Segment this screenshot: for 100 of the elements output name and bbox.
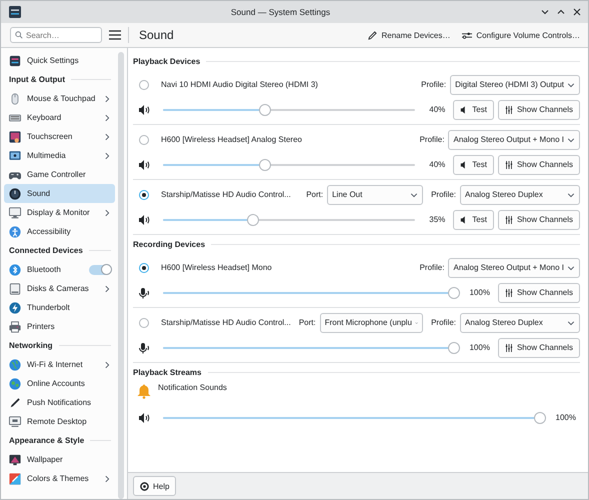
sidebar-item[interactable]: Quick Settings	[4, 51, 115, 70]
configure-button[interactable]: Configure Volume Controls…	[458, 28, 584, 42]
radio-button[interactable]	[139, 134, 149, 144]
profile-dropdown[interactable]: Analog Stereo Output + Mono I	[448, 258, 580, 278]
show-channels-button[interactable]: Show Channels	[498, 210, 580, 230]
sidebar-heading: Connected Devices	[9, 246, 83, 255]
show-channels-button[interactable]: Show Channels	[498, 282, 580, 302]
sidebar-item[interactable]: Wi-Fi & Internet	[4, 355, 115, 374]
port-dropdown[interactable]: Line Out	[327, 184, 424, 204]
device-name: Starship/Matisse HD Audio Control...	[161, 190, 292, 199]
toggle-switch[interactable]	[89, 264, 111, 274]
globe-icon	[9, 358, 21, 370]
bell-icon	[136, 383, 152, 399]
speaker-icon	[138, 104, 150, 116]
volume-slider[interactable]	[163, 214, 416, 226]
monitor-icon	[9, 416, 21, 428]
sidebar-item[interactable]: Mouse & Touchpad	[4, 89, 115, 108]
sidebar-item[interactable]: Push Notifications	[4, 393, 115, 412]
chevron-icon	[567, 190, 575, 198]
volume-slider[interactable]	[163, 412, 546, 424]
test-button[interactable]: Test	[453, 100, 494, 120]
sidebar-item[interactable]: Remote Desktop	[4, 412, 115, 431]
device-name: H600 [Wireless Headset] Analog Stereo	[161, 135, 303, 144]
sidebar-item[interactable]: Online Accounts	[4, 374, 115, 393]
search-field[interactable]: Search…	[10, 27, 102, 43]
chevron-icon	[567, 318, 575, 326]
section-heading: Recording Devices	[133, 240, 206, 248]
radio-button[interactable]	[139, 318, 149, 328]
show-channels-button[interactable]: Show Channels	[498, 100, 580, 120]
page-title: Sound	[139, 28, 175, 42]
sidebar-item[interactable]: Bluetooth	[4, 260, 115, 279]
volume-slider[interactable]	[163, 342, 460, 354]
window-title: Sound — System Settings	[230, 7, 332, 17]
chevron-icon	[567, 80, 575, 88]
radio-button[interactable]	[139, 80, 149, 90]
profile-dropdown[interactable]: Analog Stereo Duplex	[460, 184, 580, 204]
show-channels-button[interactable]: Show Channels	[498, 154, 580, 174]
volume-slider[interactable]	[163, 104, 416, 116]
volume-reading: 40%	[428, 160, 446, 169]
menu-icon[interactable]	[109, 30, 121, 40]
sidebar-item[interactable]: Printers	[4, 317, 115, 336]
sidebar-item[interactable]: Keyboard	[4, 108, 115, 127]
sidebar-heading: Appearance & Style	[9, 436, 84, 445]
microphone-icon	[138, 342, 150, 354]
close-icon[interactable]	[572, 7, 582, 17]
minimize-icon[interactable]	[540, 7, 550, 17]
sliders-icon	[504, 344, 513, 352]
sliders-icon	[504, 288, 513, 296]
sliders-icon	[504, 160, 513, 168]
sidebar-item[interactable]: Game Controller	[4, 165, 115, 184]
volume-slider[interactable]	[163, 286, 460, 298]
chevron-icon	[567, 264, 575, 272]
bluetooth-icon	[9, 264, 21, 276]
volume-reading: 35%	[428, 215, 446, 224]
tablet-icon	[9, 130, 21, 142]
sliders-icon	[504, 216, 513, 224]
port-label: Port:	[298, 318, 316, 327]
sliders-icon	[462, 30, 472, 40]
palette-icon	[9, 472, 21, 484]
sidebar-item[interactable]: Sound	[4, 184, 115, 203]
app-icon	[9, 6, 21, 18]
scrollbar[interactable]	[118, 52, 124, 499]
monitor-icon	[9, 206, 21, 218]
profile-label: Profile:	[420, 135, 444, 144]
lifebuoy-icon	[140, 482, 149, 490]
sidebar-item[interactable]: Colors & Themes	[4, 469, 115, 488]
radio-button[interactable]	[139, 190, 149, 200]
volume-reading: 40%	[428, 105, 446, 114]
profile-label: Profile:	[431, 190, 456, 199]
rename-button[interactable]: Rename Devices…	[364, 28, 454, 42]
port-dropdown[interactable]: Front Microphone (unplu	[320, 312, 424, 332]
volume-reading: 100%	[468, 343, 490, 352]
profile-dropdown[interactable]: Digital Stereo (HDMI 3) Output	[450, 74, 580, 94]
sidebar-item[interactable]: Thunderbolt	[4, 298, 115, 317]
device-name: H600 [Wireless Headset] Mono	[161, 263, 273, 272]
device-name: Navi 10 HDMI Audio Digital Stereo (HDMI 3)	[161, 80, 319, 89]
microphone-icon	[138, 286, 150, 298]
sidebar-item[interactable]: Disks & Cameras	[4, 279, 115, 298]
help-button[interactable]: Help	[133, 476, 176, 496]
volume-slider[interactable]	[163, 158, 416, 170]
sidebar-item[interactable]: Touchscreen	[4, 127, 115, 146]
printer-icon	[9, 320, 21, 332]
pencil-icon	[368, 30, 378, 40]
sidebar-item[interactable]: Accessibility	[4, 222, 115, 241]
sidebar-item[interactable]: Multimedia	[4, 146, 115, 165]
show-channels-button[interactable]: Show Channels	[498, 338, 580, 358]
radio-button[interactable]	[139, 262, 149, 272]
sidebar-item[interactable]: Wallpaper	[4, 450, 115, 469]
test-button[interactable]: Test	[453, 210, 494, 230]
sidebar-item[interactable]: Display & Monitor	[4, 203, 115, 222]
sliders-icon	[9, 54, 21, 66]
profile-dropdown[interactable]: Analog Stereo Duplex	[460, 312, 580, 332]
chevron-icon	[410, 190, 418, 198]
section-heading: Playback Devices	[133, 56, 200, 66]
profile-label: Profile:	[431, 318, 456, 327]
sidebar-heading: Networking	[9, 341, 53, 350]
accessibility-icon	[9, 226, 21, 238]
test-button[interactable]: Test	[453, 154, 494, 174]
profile-dropdown[interactable]: Analog Stereo Output + Mono I	[448, 130, 580, 150]
speaker-icon	[138, 158, 150, 170]
